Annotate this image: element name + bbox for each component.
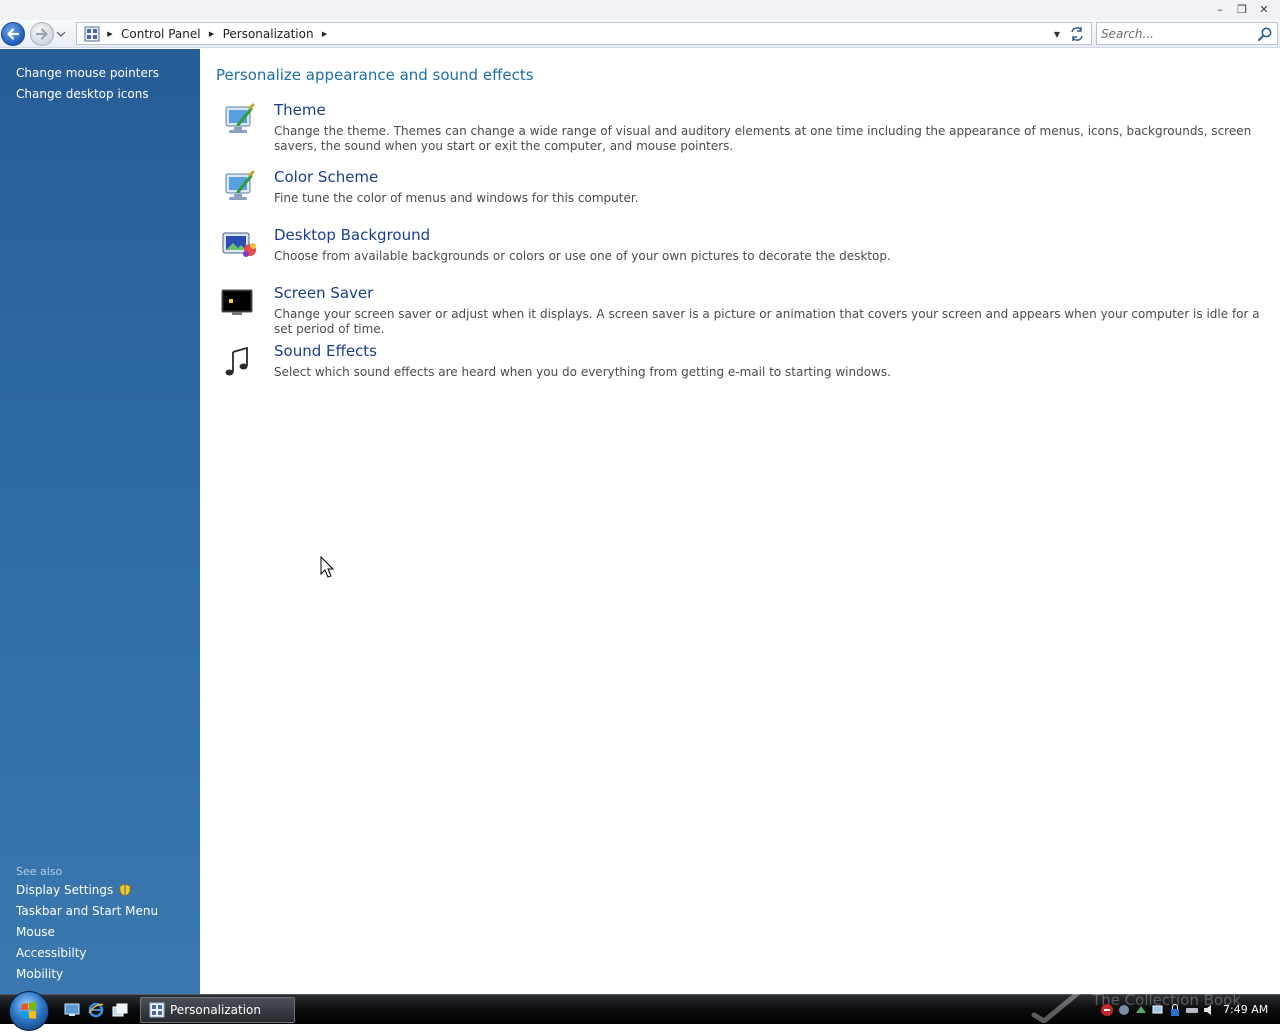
sound-effects-description: Select which sound effects are heard whe… — [274, 365, 891, 379]
volume-tray-icon[interactable] — [1202, 1003, 1216, 1017]
notification-area — [1100, 1003, 1216, 1017]
forward-arrow-icon — [35, 28, 48, 40]
color-scheme-description: Fine tune the color of menus and windows… — [274, 191, 639, 205]
devices-tray-icon[interactable] — [1185, 1003, 1199, 1017]
accessibility-link[interactable]: Accessibilty — [16, 942, 158, 963]
breadcrumb-control-panel[interactable]: Control Panel — [118, 24, 204, 44]
sync-tray-icon[interactable] — [1134, 1003, 1148, 1017]
see-also-section: See also Display Settings Taskbar and St… — [16, 864, 158, 984]
main-content: Personalize appearance and sound effects… — [200, 49, 1280, 994]
lock-tray-icon[interactable] — [1168, 1003, 1182, 1017]
sound-effects-link[interactable]: Sound Effects — [274, 342, 377, 360]
taskbar-button-label: Personalization — [170, 1003, 261, 1017]
display-settings-label: Display Settings — [16, 882, 114, 897]
antivirus-tray-icon[interactable] — [1100, 1003, 1114, 1017]
page-title: Personalize appearance and sound effects — [216, 66, 534, 84]
desktop-background-description: Choose from available backgrounds or col… — [274, 249, 891, 263]
connection-tray-icon[interactable] — [1117, 1003, 1131, 1017]
color-scheme-icon[interactable] — [220, 170, 258, 204]
theme-link[interactable]: Theme — [274, 101, 326, 119]
breadcrumb-chevron-icon[interactable]: ▶ — [204, 24, 220, 44]
taskbar-personalization-button[interactable]: Personalization — [140, 997, 295, 1023]
window-controls: – ❐ ✕ — [1210, 1, 1274, 17]
search-box[interactable] — [1096, 22, 1278, 45]
screen-saver-link[interactable]: Screen Saver — [274, 284, 373, 302]
maximize-button[interactable]: ❐ — [1232, 1, 1252, 17]
back-button[interactable] — [1, 22, 25, 46]
screen-saver-icon[interactable] — [220, 286, 258, 320]
screen-saver-description: Change your screen saver or adjust when … — [274, 307, 1260, 336]
breadcrumb-chevron-icon[interactable]: ▶ — [102, 24, 118, 44]
task-pane: Change mouse pointers Change desktop ico… — [0, 49, 200, 994]
show-desktop-icon[interactable] — [64, 1002, 80, 1018]
system-clock[interactable]: 7:49 AM — [1223, 1003, 1268, 1016]
breadcrumb-chevron-icon[interactable]: ▶ — [317, 24, 333, 44]
breadcrumb-personalization[interactable]: Personalization — [220, 24, 317, 44]
change-mouse-pointers-link[interactable]: Change mouse pointers — [16, 63, 159, 84]
watermark-check-icon — [1031, 990, 1081, 1023]
search-input[interactable] — [1101, 25, 1251, 42]
music-note-icon[interactable] — [220, 344, 258, 378]
tasks-list: Change mouse pointers Change desktop ico… — [16, 63, 159, 105]
switch-windows-icon[interactable] — [112, 1002, 128, 1018]
theme-icon[interactable] — [220, 103, 258, 137]
mouse-link[interactable]: Mouse — [16, 921, 158, 942]
navigation-bar: ▶ Control Panel ▶ Personalization ▶ ▼ — [0, 20, 1280, 48]
color-scheme-link[interactable]: Color Scheme — [274, 168, 378, 186]
display-settings-link[interactable]: Display Settings — [16, 879, 158, 900]
refresh-icon[interactable] — [1068, 25, 1086, 43]
mobility-link[interactable]: Mobility — [16, 963, 158, 984]
close-button[interactable]: ✕ — [1254, 1, 1274, 17]
recent-pages-dropdown-icon[interactable] — [56, 29, 66, 39]
windows-logo-icon — [21, 1002, 36, 1019]
theme-description: Change the theme. Themes can change a wi… — [274, 124, 1252, 153]
mouse-cursor-icon — [320, 556, 334, 578]
minimize-button[interactable]: – — [1210, 1, 1230, 17]
control-panel-icon — [82, 24, 102, 44]
window-title-bar: – ❐ ✕ — [0, 0, 1280, 20]
taskbar-and-start-menu-link[interactable]: Taskbar and Start Menu — [16, 900, 158, 921]
desktop-background-icon[interactable] — [220, 228, 258, 262]
address-bar[interactable]: ▶ Control Panel ▶ Personalization ▶ ▼ — [76, 22, 1092, 45]
network-tray-icon[interactable] — [1151, 1003, 1165, 1017]
uac-shield-icon — [119, 883, 131, 896]
control-panel-icon — [149, 1002, 165, 1018]
taskbar: Personalization The Collection Book 7:49… — [0, 990, 1280, 1031]
see-also-heading: See also — [16, 865, 63, 878]
forward-button[interactable] — [30, 22, 54, 46]
back-arrow-icon — [7, 28, 20, 40]
change-desktop-icons-link[interactable]: Change desktop icons — [16, 84, 159, 105]
internet-explorer-icon[interactable] — [88, 1002, 104, 1018]
start-button[interactable] — [9, 991, 49, 1031]
search-icon[interactable] — [1257, 26, 1273, 42]
desktop-background-link[interactable]: Desktop Background — [274, 226, 430, 244]
address-dropdown-icon[interactable]: ▼ — [1051, 28, 1063, 40]
